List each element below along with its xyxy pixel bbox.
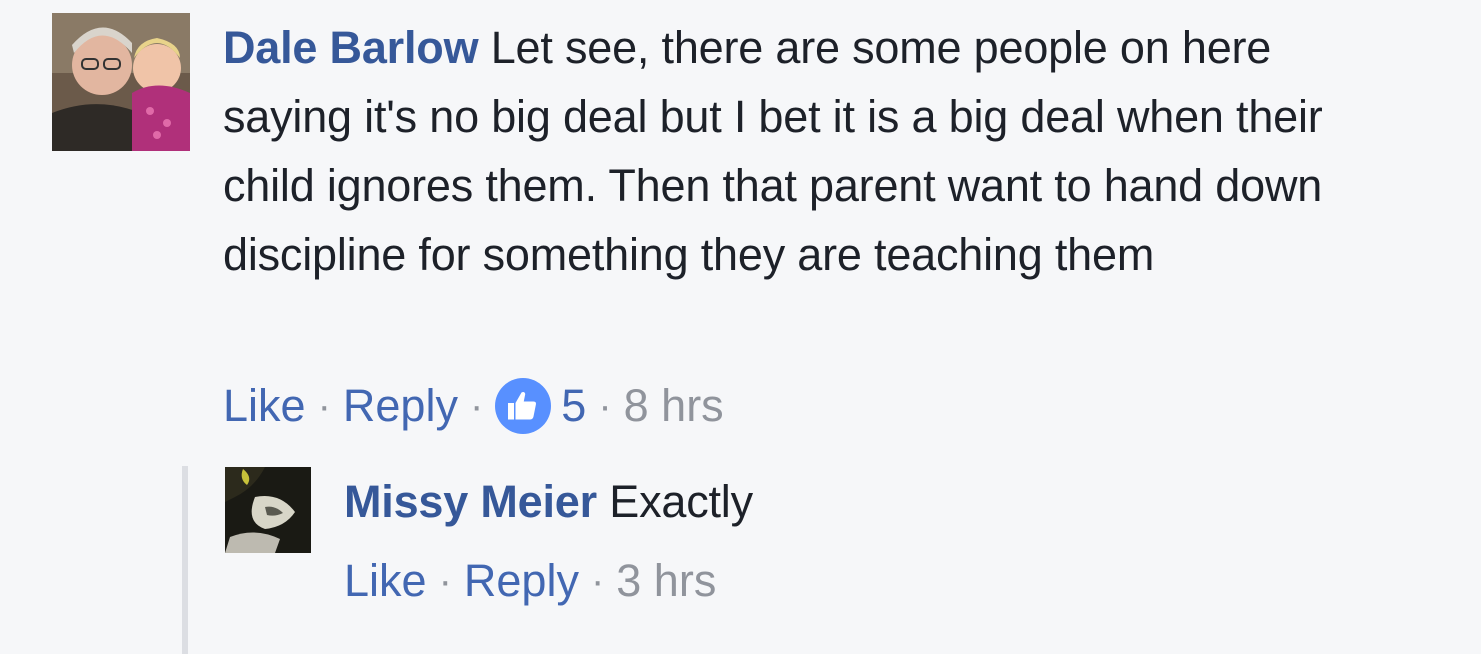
reply-link[interactable]: Reply <box>343 376 458 436</box>
like-link[interactable]: Like <box>223 376 306 436</box>
thumbs-up-icon <box>495 378 552 434</box>
reply-link[interactable]: Reply <box>464 551 579 611</box>
reply-text: Exactly <box>609 476 753 527</box>
timestamp[interactable]: 8 hrs <box>624 376 724 436</box>
profile-photo <box>52 13 190 151</box>
reaction-count: 5 <box>561 380 587 431</box>
reply-thread-line <box>182 466 188 654</box>
reaction-count-button[interactable]: 5 <box>495 376 586 436</box>
timestamp[interactable]: 3 hrs <box>616 551 716 611</box>
separator: · <box>590 559 605 603</box>
separator: · <box>598 384 612 428</box>
profile-photo <box>225 467 311 553</box>
separator: · <box>438 559 452 603</box>
like-link[interactable]: Like <box>344 551 427 611</box>
comment-actions: Like · Reply · 5 · 8 hrs <box>223 376 724 436</box>
avatar[interactable] <box>52 13 190 151</box>
comment-body: Dale Barlow Let see, there are some peop… <box>223 13 1403 289</box>
reply-actions: Like · Reply · 3 hrs <box>344 551 716 611</box>
comment-author[interactable]: Dale Barlow <box>223 22 479 73</box>
reply-author[interactable]: Missy Meier <box>344 476 597 527</box>
separator: · <box>317 384 331 428</box>
avatar[interactable] <box>225 467 311 553</box>
reply-body: Missy Meier Exactly <box>344 467 1344 536</box>
separator: · <box>469 384 484 428</box>
